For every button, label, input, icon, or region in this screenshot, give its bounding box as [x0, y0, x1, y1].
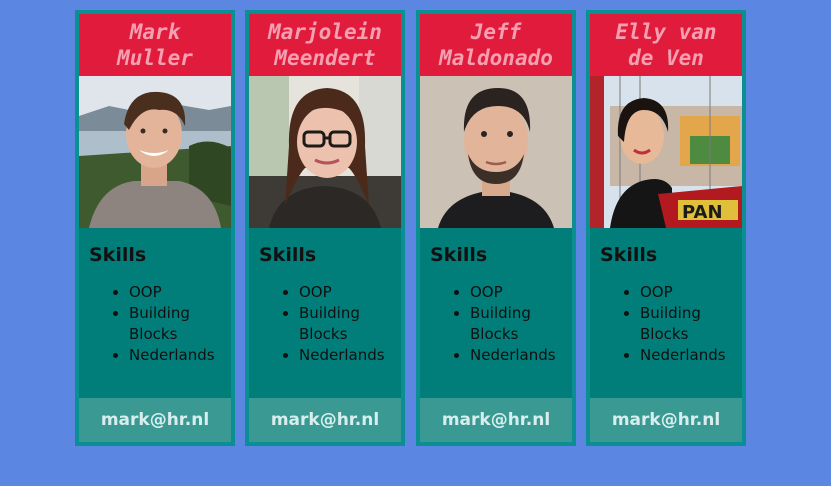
skill-item: Nederlands — [640, 345, 742, 366]
card-title: Jeff Maldonado — [420, 14, 572, 76]
email-link[interactable]: mark@hr.nl — [249, 398, 401, 442]
skill-item: Nederlands — [470, 345, 572, 366]
email-link[interactable]: mark@hr.nl — [79, 398, 231, 442]
skill-item: Nederlands — [129, 345, 231, 366]
skills-list: OOP Building Blocks Nederlands — [590, 282, 742, 366]
skills-heading: Skills — [600, 244, 658, 266]
skill-item: Building Blocks — [640, 303, 742, 345]
svg-text:PAN: PAN — [682, 202, 723, 223]
team-card-mark-muller: Mark Muller Skills OOP Building Blocks — [75, 10, 235, 446]
profile-photo — [249, 76, 401, 228]
card-title: Elly van de Ven — [590, 14, 742, 76]
skills-heading: Skills — [89, 244, 147, 266]
skills-heading: Skills — [259, 244, 317, 266]
email-link[interactable]: mark@hr.nl — [590, 398, 742, 442]
skills-list: OOP Building Blocks Nederlands — [420, 282, 572, 366]
card-title: Mark Muller — [79, 14, 231, 76]
skills-list: OOP Building Blocks Nederlands — [249, 282, 401, 366]
skill-item: OOP — [129, 282, 231, 303]
skill-item: OOP — [470, 282, 572, 303]
skills-list: OOP Building Blocks Nederlands — [79, 282, 231, 366]
team-card-elly-van-de-ven: Elly van de Ven PAN Skills • OOP • Build… — [586, 10, 746, 446]
skill-item: OOP — [640, 282, 742, 303]
skill-item: Nederlands — [299, 345, 401, 366]
card-title: Marjolein Meendert — [249, 14, 401, 76]
profile-photo — [79, 76, 231, 228]
profile-photo — [420, 76, 572, 228]
email-link[interactable]: mark@hr.nl — [420, 398, 572, 442]
team-card-marjolein-meendert: Marjolein Meendert Skills OOP Building B… — [245, 10, 405, 446]
team-card-jeff-maldonado: Jeff Maldonado Skills OOP Building Block… — [416, 10, 576, 446]
skill-item: Building Blocks — [299, 303, 401, 345]
skill-item: Building Blocks — [470, 303, 572, 345]
skills-heading: Skills — [430, 244, 488, 266]
skill-item: OOP — [299, 282, 401, 303]
profile-photo: PAN — [590, 76, 742, 228]
team-cards: Mark Muller Skills OOP Building Blocks — [75, 10, 755, 446]
skill-item: Building Blocks — [129, 303, 231, 345]
